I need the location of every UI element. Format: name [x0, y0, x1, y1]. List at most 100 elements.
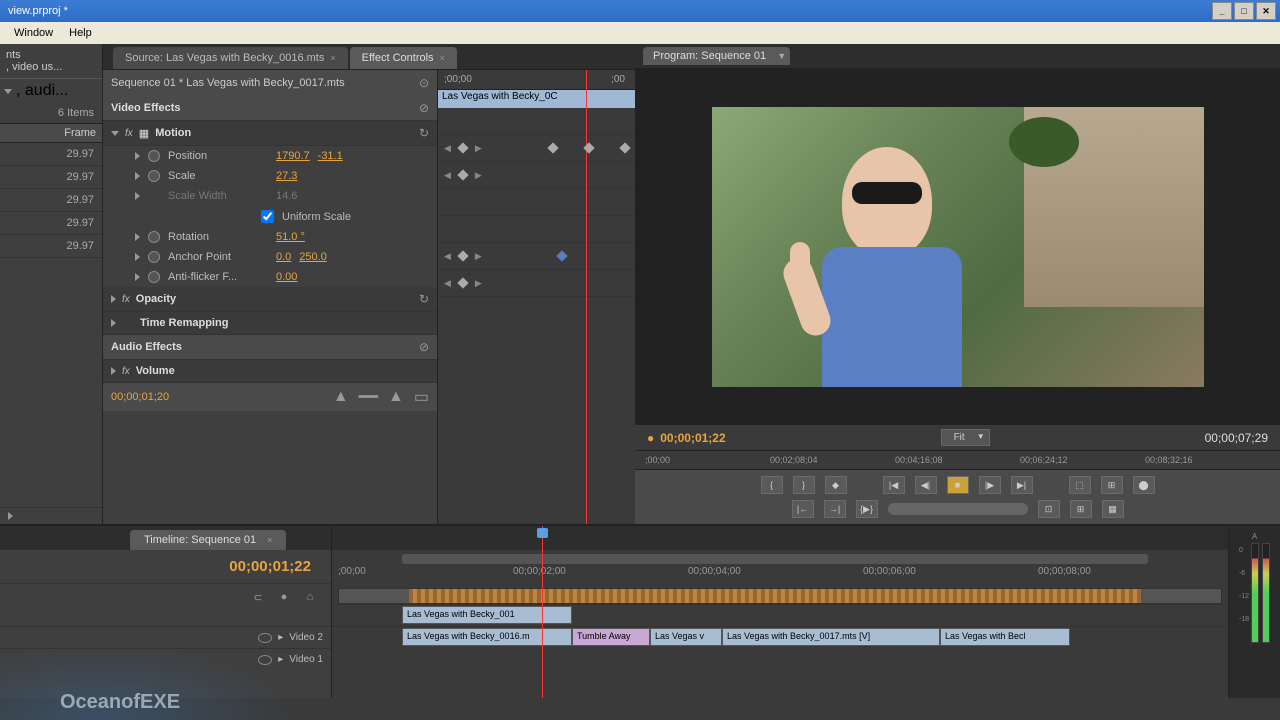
program-tab[interactable]: Program: Sequence 01 ▼ — [643, 47, 790, 65]
eye-icon[interactable] — [258, 655, 272, 665]
reset-icon[interactable]: ⊘ — [419, 101, 429, 115]
marker-icon[interactable]: ● — [275, 588, 293, 606]
prev-keyframe-icon[interactable]: ◀ — [444, 143, 451, 154]
folder-icon[interactable]: ▭ — [414, 387, 429, 407]
close-icon[interactable]: × — [330, 53, 335, 63]
prev-keyframe-icon[interactable]: ◀ — [444, 278, 451, 289]
snap-icon[interactable]: ⊂ — [249, 588, 267, 606]
rotation-value[interactable]: 51.0 ° — [276, 231, 305, 243]
extract-button[interactable]: ⊞ — [1101, 476, 1123, 494]
position-x-value[interactable]: 1790.7 — [276, 150, 310, 162]
disclosure-icon[interactable] — [135, 233, 140, 241]
dropdown-icon[interactable]: ▼ — [777, 51, 786, 61]
reset-icon[interactable]: ↻ — [419, 292, 429, 306]
menu-help[interactable]: Help — [61, 27, 100, 39]
prev-keyframe-icon[interactable]: ◀ — [444, 251, 451, 262]
disclosure-icon[interactable] — [135, 172, 140, 180]
next-keyframe-icon[interactable]: ▶ — [475, 251, 482, 262]
clip-v1-3[interactable]: Las Vegas v — [650, 628, 722, 646]
stopwatch-icon[interactable] — [148, 271, 160, 283]
grid-button[interactable]: ▦ — [1102, 500, 1124, 518]
keyframe-diamond-icon[interactable] — [457, 277, 468, 288]
disclosure-icon[interactable] — [111, 367, 116, 375]
timeline-ruler[interactable]: ;00;00 00;00;02;00 00;00;04;00 00;00;06;… — [332, 564, 1228, 584]
prev-keyframe-icon[interactable]: ◀ — [444, 170, 451, 181]
program-timecode-current[interactable]: 00;00;01;22 — [660, 431, 725, 445]
effect-ruler[interactable]: ;00;00 ;00 — [438, 70, 635, 90]
opacity-effect[interactable]: fx Opacity ↻ — [103, 287, 437, 312]
next-keyframe-icon[interactable]: ▶ — [475, 143, 482, 154]
disclosure-icon[interactable] — [111, 131, 119, 136]
keyframe-marker[interactable] — [556, 250, 567, 261]
effect-playhead[interactable] — [586, 70, 587, 524]
prev-edit-button[interactable]: |← — [792, 500, 814, 518]
time-remapping-effect[interactable]: Time Remapping — [103, 312, 437, 335]
disclosure-icon[interactable] — [135, 192, 140, 200]
motion-effect[interactable]: fx ▦ Motion ↻ — [103, 121, 437, 146]
stopwatch-icon[interactable] — [148, 170, 160, 182]
stopwatch-icon[interactable] — [148, 251, 160, 263]
maximize-button[interactable]: □ — [1234, 2, 1254, 20]
disclosure-icon[interactable] — [135, 253, 140, 261]
lift-button[interactable]: ⬚ — [1069, 476, 1091, 494]
next-edit-button[interactable]: →| — [824, 500, 846, 518]
timeline-playhead[interactable] — [542, 526, 543, 698]
safe-margins-button[interactable]: ⊡ — [1038, 500, 1060, 518]
eye-icon[interactable] — [258, 633, 272, 643]
video-1-track[interactable]: Las Vegas with Becky_0016.m Tumble Away … — [332, 626, 1228, 648]
video-2-track-header[interactable]: ▸ Video 2 — [0, 626, 331, 648]
frame-rate-row[interactable]: 29.97 — [0, 235, 102, 258]
reset-icon[interactable]: ↻ — [419, 126, 429, 140]
uniform-scale-checkbox[interactable] — [261, 210, 274, 223]
next-keyframe-icon[interactable]: ▶ — [475, 170, 482, 181]
tab-effect-controls[interactable]: Effect Controls × — [350, 47, 457, 69]
play-icon[interactable] — [8, 512, 13, 520]
frame-rate-row[interactable]: 29.97 — [0, 143, 102, 166]
minimize-button[interactable]: _ — [1212, 2, 1232, 20]
marker-button[interactable]: ◆ — [825, 476, 847, 494]
disclosure-icon[interactable] — [4, 89, 12, 94]
clip-v1-4[interactable]: Las Vegas with Becky_0017.mts [V] — [722, 628, 940, 646]
clip-v1-5[interactable]: Las Vegas with Becl — [940, 628, 1070, 646]
go-to-in-button[interactable]: |◀ — [883, 476, 905, 494]
zoom-out-icon[interactable]: ▲ — [333, 388, 349, 406]
timeline-tab[interactable]: Timeline: Sequence 01 × — [130, 530, 286, 550]
mark-out-button[interactable]: } — [793, 476, 815, 494]
frame-rate-row[interactable]: 29.97 — [0, 189, 102, 212]
disclosure-icon[interactable] — [111, 319, 116, 327]
keyframe-diamond-icon[interactable] — [457, 250, 468, 261]
timeline-timecode[interactable]: 00;00;01;22 — [229, 558, 311, 575]
timeline-ruler-area[interactable]: ;00;00 00;00;02;00 00;00;04;00 00;00;06;… — [332, 550, 1228, 588]
volume-effect[interactable]: fx Volume — [103, 360, 437, 383]
track-toggle-icon[interactable]: ▸ — [278, 654, 283, 665]
frame-col-header[interactable]: Frame — [0, 123, 102, 143]
timeline-scrub-bar[interactable] — [338, 588, 1222, 604]
clip-v2-1[interactable]: Las Vegas with Becky_001 — [402, 606, 572, 624]
scale-value[interactable]: 27.3 — [276, 170, 297, 182]
program-ruler[interactable]: ;00;00 00;02;08;04 00;04;16;08 00;06;24;… — [635, 450, 1280, 470]
clip-v1-2[interactable]: Tumble Away — [572, 628, 650, 646]
play-stop-button[interactable]: ■ — [947, 476, 969, 494]
keyframe-marker[interactable] — [547, 142, 558, 153]
disclosure-icon[interactable] — [135, 152, 140, 160]
menu-window[interactable]: Window — [6, 27, 61, 39]
frame-rate-row[interactable]: 29.97 — [0, 166, 102, 189]
keyframe-diamond-icon[interactable] — [457, 142, 468, 153]
disclosure-icon[interactable] — [135, 273, 140, 281]
work-area-bar[interactable] — [402, 554, 1148, 564]
reset-icon[interactable]: ⊘ — [419, 340, 429, 354]
next-keyframe-icon[interactable]: ▶ — [475, 278, 482, 289]
zoom-slider[interactable]: ━━ — [359, 387, 378, 407]
step-forward-button[interactable]: |▶ — [979, 476, 1001, 494]
close-icon[interactable]: × — [440, 53, 445, 63]
stopwatch-icon[interactable] — [148, 231, 160, 243]
keyframe-diamond-icon[interactable] — [457, 169, 468, 180]
video-2-track[interactable]: Las Vegas with Becky_001 — [332, 604, 1228, 626]
anchor-x-value[interactable]: 0.0 — [276, 251, 291, 263]
effect-timecode[interactable]: 00;00;01;20 — [111, 391, 169, 403]
position-y-value[interactable]: -31.1 — [318, 150, 343, 162]
loop-button[interactable]: {▶} — [856, 500, 878, 518]
output-button[interactable]: ⊞ — [1070, 500, 1092, 518]
shuttle-slider[interactable] — [888, 503, 1028, 515]
clip-v1-1[interactable]: Las Vegas with Becky_0016.m — [402, 628, 572, 646]
